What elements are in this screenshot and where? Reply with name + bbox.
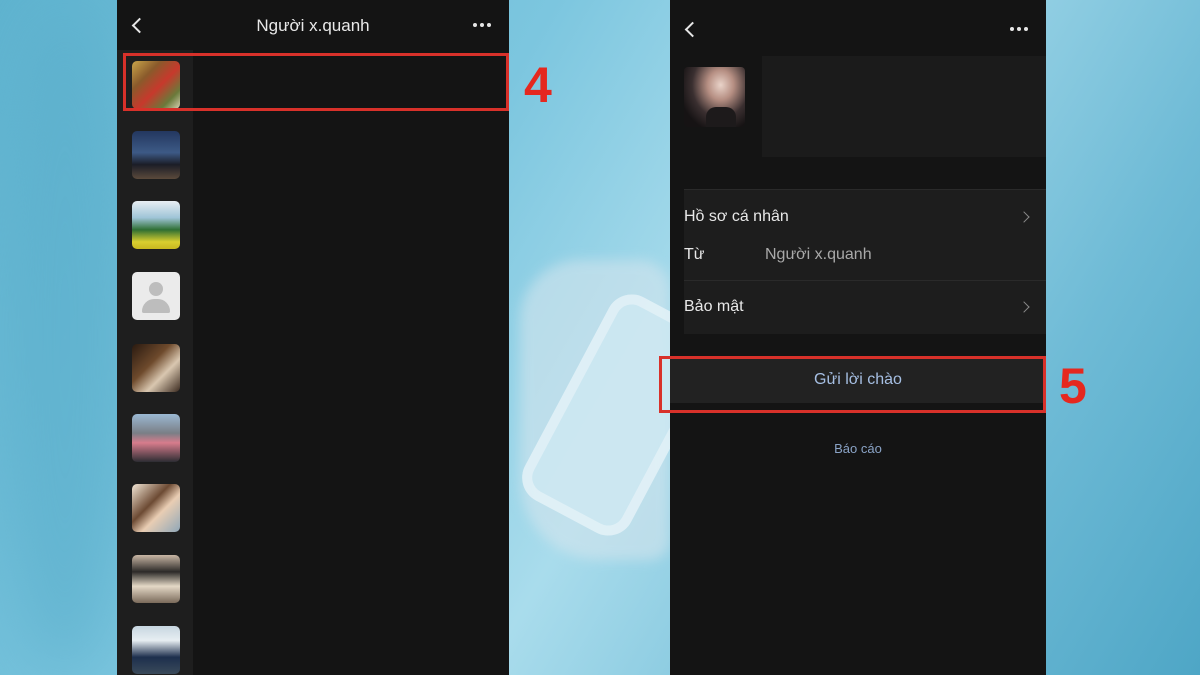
chevron-right-icon[interactable] xyxy=(1018,301,1030,313)
profile-info-box xyxy=(762,56,1046,157)
back-icon[interactable] xyxy=(684,21,701,38)
step-number-5: 5 xyxy=(1059,358,1087,414)
nearby-user-avatar[interactable] xyxy=(132,555,180,603)
step-number-4: 4 xyxy=(524,57,552,113)
user-profile-screen: Hồ sơ cá nhân Từ Người x.quanh Bảo mật G… xyxy=(670,0,1046,675)
header-bar: Người x.quanh xyxy=(117,0,509,50)
background-blur xyxy=(0,0,130,675)
more-options-icon[interactable] xyxy=(1010,27,1028,31)
nearby-user-avatar[interactable] xyxy=(132,201,180,249)
nearby-user-avatar[interactable] xyxy=(132,131,180,179)
profile-details: Hồ sơ cá nhân Từ Người x.quanh Bảo mật xyxy=(684,189,1046,334)
nearby-user-avatar[interactable] xyxy=(132,484,180,532)
nearby-user-avatar[interactable] xyxy=(132,272,180,320)
highlight-box-step-5 xyxy=(659,356,1046,413)
more-options-icon[interactable] xyxy=(473,23,491,27)
header-bar xyxy=(670,0,1046,56)
row-divider xyxy=(684,280,1046,281)
nearby-user-avatar[interactable] xyxy=(132,414,180,462)
profile-avatar[interactable] xyxy=(684,67,745,127)
report-link[interactable]: Báo cáo xyxy=(670,441,1046,456)
nearby-list xyxy=(117,50,193,675)
from-value: Người x.quanh xyxy=(765,246,872,263)
user-silhouette-icon xyxy=(149,282,163,296)
from-label: Từ xyxy=(684,246,705,263)
highlight-box-step-4 xyxy=(123,53,509,111)
chevron-right-icon[interactable] xyxy=(1018,211,1030,223)
profile-row-label[interactable]: Hồ sơ cá nhân xyxy=(684,208,789,226)
user-silhouette-icon xyxy=(142,299,170,313)
nearby-user-avatar[interactable] xyxy=(132,626,180,674)
nearby-user-avatar[interactable] xyxy=(132,344,180,392)
page-title: Người x.quanh xyxy=(256,16,370,35)
section-divider xyxy=(684,189,1046,190)
security-row-label[interactable]: Bảo mật xyxy=(684,298,744,316)
